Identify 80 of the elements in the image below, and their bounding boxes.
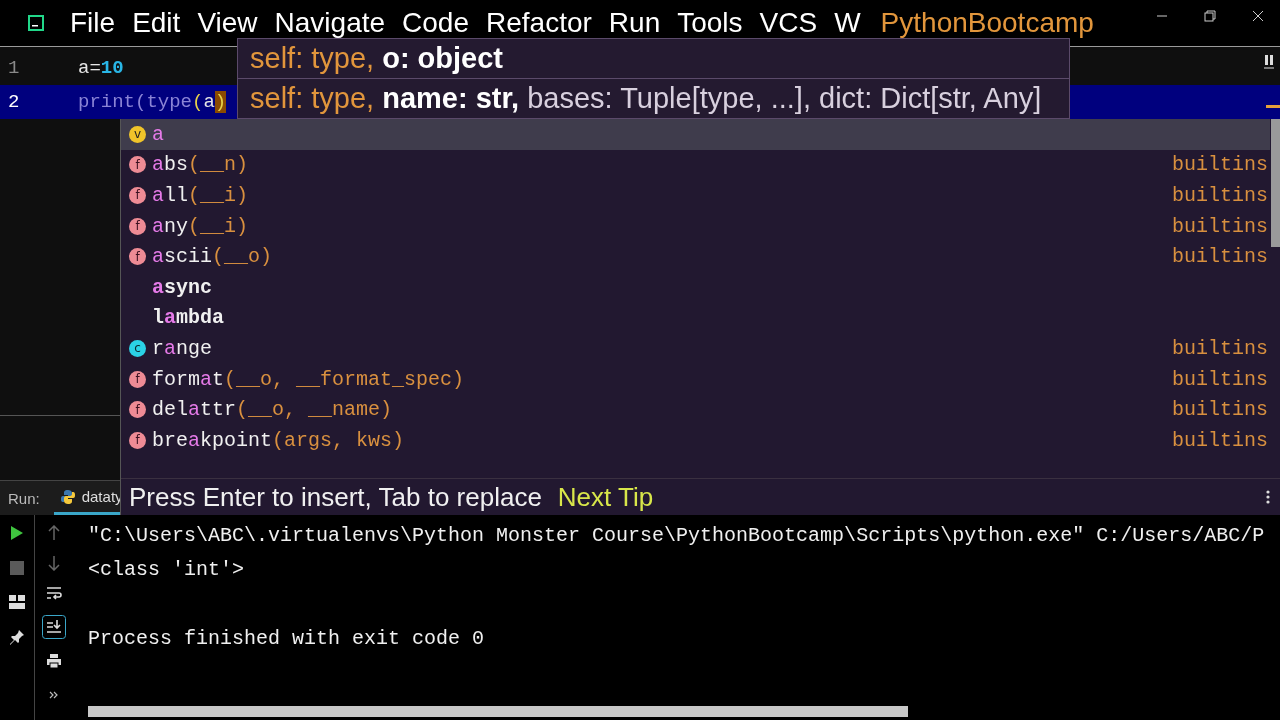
completion-name: ascii(__o) [152,245,273,269]
more-options-icon[interactable] [1266,490,1270,505]
hint-text: Press Enter to insert, Tab to replace [129,481,542,513]
completion-name: breakpoint(args, kws) [152,428,405,452]
completion-name: a [152,122,164,146]
completion-item[interactable]: f ascii(__o) builtins [121,241,1270,272]
scroll-to-end-icon[interactable] [41,615,66,639]
menu-item[interactable]: W [834,7,861,39]
next-tip-link[interactable]: Next Tip [557,481,654,513]
menu-item[interactable]: File [70,7,116,39]
chevron-icon[interactable] [48,691,59,699]
console-line: Process finished with exit code 0 [88,626,486,652]
completion-name: delattr(__o, __name) [152,398,393,422]
signature-text: self: type, o: object [249,41,504,76]
completion-source: builtins [1172,214,1268,238]
up-arrow-icon[interactable] [47,525,60,541]
completion-source: builtins [1172,153,1268,177]
vertical-scrollbar[interactable] [1271,119,1280,247]
completion-name: format(__o, __format_spec) [152,367,465,391]
menu-item[interactable]: View [197,7,258,39]
completion-name: lambda [152,306,225,330]
kind-badge: f [129,431,146,449]
completion-item[interactable]: c range builtins [121,333,1270,364]
kind-badge: c [129,339,146,357]
kind-badge: f [129,156,146,174]
completion-item[interactable]: f format(__o, __format_spec) builtins [121,363,1270,395]
kind-badge: f [129,217,146,235]
line-number: 2 [7,91,21,113]
layout-icon[interactable] [9,595,25,609]
soft-wrap-icon[interactable] [45,585,62,601]
app-icon [28,15,44,31]
completion-source: builtins [1172,336,1268,360]
line-number: 1 [7,57,21,79]
menu-item[interactable]: VCS [759,7,818,39]
completion-item[interactable]: async [121,271,1270,303]
down-arrow-icon[interactable] [47,555,60,571]
kind-badge: f [129,187,146,204]
completion-source: builtins [1172,367,1268,391]
completion-item[interactable]: f all(__i) builtins [121,180,1270,211]
completion-source: builtins [1172,398,1268,422]
completion-name: any(__i) [152,214,249,238]
menu-item[interactable]: Tools [677,7,743,39]
completion-item[interactable]: f any(__i) builtins [121,210,1270,242]
menu-item[interactable]: Refactor [486,7,592,39]
code-text: a=10 [78,57,124,79]
restore-icon[interactable] [1204,10,1216,22]
kind-badge: f [129,248,146,266]
menu-item[interactable]: Navigate [274,7,386,39]
completion-source: builtins [1172,428,1268,452]
code-text: print(type(a) [78,91,227,113]
completion-name: range [152,336,213,360]
horizontal-scrollbar[interactable] [88,706,908,717]
kind-badge: v [129,125,146,143]
completion-name: async [152,275,213,299]
completion-item[interactable]: v a [121,119,1270,150]
menu-item[interactable]: Edit [132,7,181,39]
completion-item[interactable]: f abs(__n) builtins [121,149,1270,181]
run-icon[interactable] [10,525,24,541]
print-icon[interactable] [45,653,62,669]
completion-name: all(__i) [152,184,249,207]
signature-text: self: type, name: str, bases: Tuple[type, ...], dict: Dict[str, Any] [238,78,1069,118]
close-icon[interactable] [1252,10,1264,22]
pause-icon [1264,55,1274,69]
python-icon [59,488,76,505]
pin-icon[interactable] [9,629,25,645]
warning-stripe-icon [1266,105,1280,108]
menu-item[interactable]: Run [608,7,661,39]
completion-source: builtins [1172,245,1268,269]
completion-item[interactable]: f delattr(__o, __name) builtins [121,394,1270,425]
console-line: <class 'int'> [88,557,246,583]
kind-badge: f [129,370,146,388]
kind-badge: f [129,401,146,419]
menu-item[interactable]: Code [402,7,469,39]
completion-item[interactable]: f breakpoint(args, kws) builtins [121,424,1270,456]
project-title: PythonBootcamp [880,7,1094,39]
completion-item[interactable]: lambda [121,302,1270,334]
completion-name: abs(__n) [152,153,249,177]
completion-source: builtins [1172,184,1268,207]
run-label: Run: [8,489,40,507]
console-line: "C:\Users\ABC\.virtualenvs\Python Monster Course\PythonBootcamp\Scripts\python.exe" C:/Users/ABC/P [88,523,1265,549]
